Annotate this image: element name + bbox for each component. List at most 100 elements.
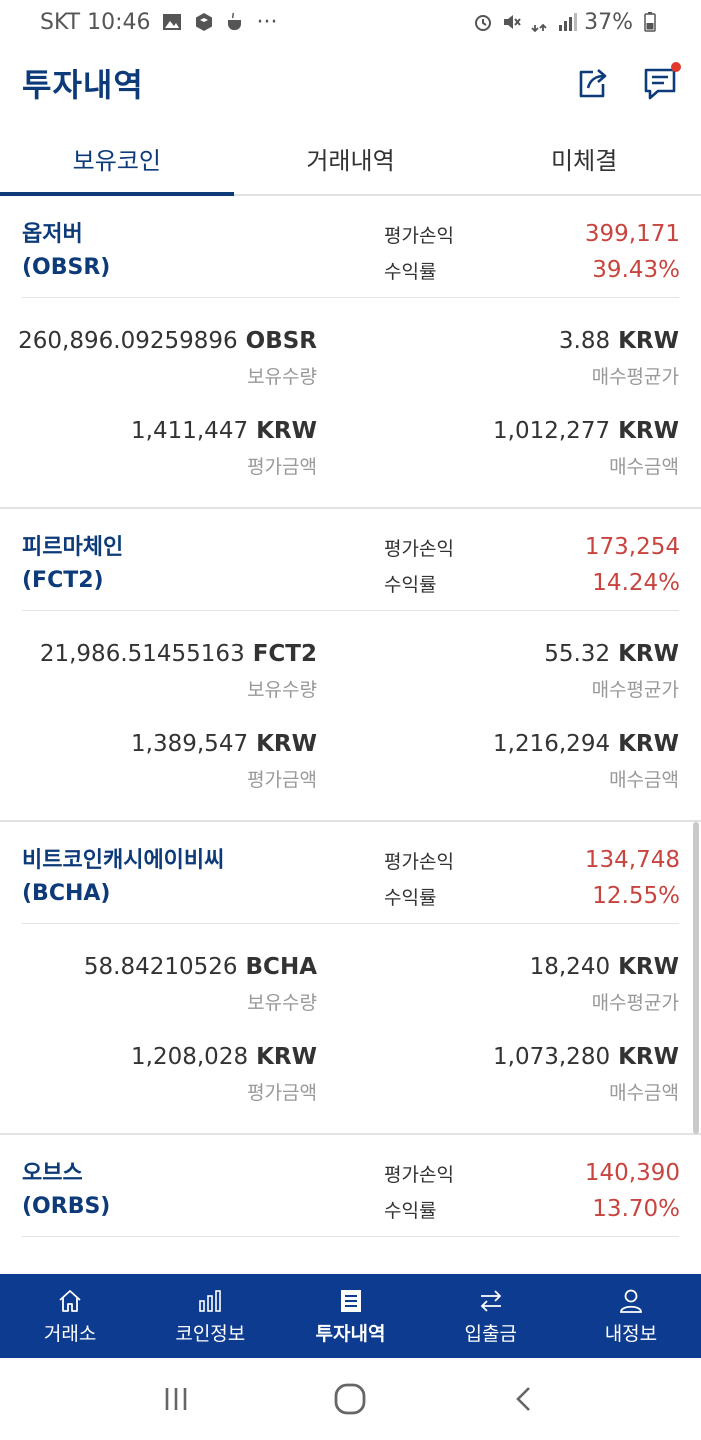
eval-amount-label: 평가금액 bbox=[247, 1082, 317, 1104]
coin-name: 오브스 (ORBS) bbox=[22, 1157, 110, 1223]
coin-card[interactable]: 오브스 (ORBS) 평가손익 140,390 수익률 13.70% bbox=[0, 1135, 701, 1274]
coin-name: 옵저버 (OBSR) bbox=[22, 218, 110, 284]
avg-price-label: 매수평균가 bbox=[591, 992, 679, 1014]
coin-korean-name: 옵저버 bbox=[22, 222, 83, 247]
nav-investment[interactable]: 투자내역 bbox=[280, 1274, 420, 1358]
holding-quantity: 21,986.51455163 bbox=[39, 641, 245, 667]
share-button[interactable] bbox=[573, 64, 611, 102]
coin-card[interactable]: 비트코인캐시에이비씨 (BCHA) 평가손익 134,748 수익률 12.55% … bbox=[0, 822, 701, 1135]
profit-loss-label: 평가손익 bbox=[384, 537, 454, 560]
status-time: SKT 10:46 bbox=[40, 9, 151, 35]
buy-amount: 1,216,294 bbox=[493, 731, 611, 757]
coin-card[interactable]: 피르마체인 (FCT2) 평가손익 173,254 수익률 14.24% 21,98… bbox=[0, 509, 701, 822]
nav-coin-info[interactable]: 코인정보 bbox=[140, 1274, 280, 1358]
currency-unit: KRW bbox=[618, 954, 679, 980]
status-more: ··· bbox=[256, 9, 278, 35]
bottom-nav: 거래소 코인정보 투자내역 입출금 내정보 bbox=[0, 1274, 701, 1358]
mute-icon bbox=[504, 15, 521, 29]
battery-percent: 37% bbox=[584, 9, 633, 35]
avg-buy-price: 18,240 bbox=[529, 954, 611, 980]
coin-symbol: (ORBS) bbox=[22, 1194, 111, 1219]
home-button-icon[interactable] bbox=[333, 1382, 367, 1416]
coin-name: 피르마체인 (FCT2) bbox=[22, 531, 123, 597]
return-rate-label: 수익률 bbox=[384, 886, 437, 909]
eval-amount: 1,411,447 bbox=[131, 418, 249, 444]
return-rate-value: 14.24% bbox=[592, 570, 680, 596]
return-rate-label: 수익률 bbox=[384, 573, 437, 596]
nav-exchange[interactable]: 거래소 bbox=[0, 1274, 140, 1358]
alarm-icon bbox=[475, 15, 492, 31]
lte-icon bbox=[531, 23, 547, 33]
buy-amount: 1,012,277 bbox=[493, 418, 611, 444]
profit-loss-label: 평가손익 bbox=[384, 850, 454, 873]
holding-label: 보유수량 bbox=[247, 679, 317, 701]
avg-price-label: 매수평균가 bbox=[591, 679, 679, 701]
system-nav-bar bbox=[0, 1358, 701, 1440]
page-title: 투자내역 bbox=[22, 66, 144, 104]
buy-amount-label: 매수금액 bbox=[609, 769, 679, 791]
return-rate-label: 수익률 bbox=[384, 1199, 437, 1222]
coin-card[interactable]: 옵저버 (OBSR) 평가손익 399,171 수익률 39.43% 260,896… bbox=[0, 196, 701, 509]
holding-unit: BCHA bbox=[245, 954, 317, 980]
holding-label: 보유수량 bbox=[247, 992, 317, 1014]
buy-amount: 1,073,280 bbox=[493, 1044, 611, 1070]
coin-korean-name: 피르마체인 bbox=[22, 535, 124, 560]
currency-unit: KRW bbox=[618, 641, 679, 667]
share-icon bbox=[579, 69, 607, 98]
tab-holdings[interactable]: 보유코인 bbox=[0, 122, 234, 196]
currency-unit: KRW bbox=[256, 1044, 317, 1070]
recent-apps-icon[interactable] bbox=[161, 1384, 191, 1414]
holding-quantity: 58.84210526 bbox=[83, 954, 238, 980]
return-rate-value: 13.70% bbox=[592, 1196, 680, 1222]
profit-loss-value: 399,171 bbox=[584, 221, 680, 247]
coin-korean-name: 오브스 bbox=[22, 1161, 83, 1186]
home-icon bbox=[59, 1289, 81, 1312]
currency-unit: KRW bbox=[618, 328, 679, 354]
battery-icon bbox=[644, 12, 656, 32]
profit-loss-value: 134,748 bbox=[584, 847, 680, 873]
currency-unit: KRW bbox=[618, 731, 679, 757]
eval-amount: 1,208,028 bbox=[131, 1044, 249, 1070]
status-bar: SKT 10:46 ··· 37% bbox=[0, 0, 701, 44]
bar-chart-icon bbox=[199, 1289, 222, 1312]
return-rate-label: 수익률 bbox=[384, 260, 437, 283]
profit-loss-label: 평가손익 bbox=[384, 224, 454, 247]
profit-loss-value: 173,254 bbox=[584, 534, 680, 560]
nav-my-info[interactable]: 내정보 bbox=[561, 1274, 701, 1358]
holding-quantity: 260,896.09259896 bbox=[18, 328, 238, 354]
coin-name: 비트코인캐시에이비씨 (BCHA) bbox=[22, 844, 224, 910]
buy-amount-label: 매수금액 bbox=[609, 456, 679, 478]
tab-trade-history[interactable]: 거래내역 bbox=[234, 122, 468, 194]
eval-amount-label: 평가금액 bbox=[247, 769, 317, 791]
nav-label: 코인정보 bbox=[175, 1322, 246, 1345]
document-icon bbox=[340, 1289, 361, 1312]
message-button[interactable] bbox=[641, 62, 681, 102]
signal-icon bbox=[559, 13, 578, 31]
nav-label: 투자내역 bbox=[315, 1322, 386, 1345]
coin-symbol: (BCHA) bbox=[22, 881, 111, 906]
back-icon[interactable] bbox=[510, 1384, 540, 1414]
profit-loss-value: 140,390 bbox=[584, 1160, 680, 1186]
currency-unit: KRW bbox=[618, 1044, 679, 1070]
currency-unit: KRW bbox=[256, 731, 317, 757]
tab-bar: 보유코인 거래내역 미체결 bbox=[0, 122, 701, 196]
holdings-list[interactable]: 옵저버 (OBSR) 평가손익 399,171 수익률 39.43% 260,896… bbox=[0, 196, 701, 1274]
profit-loss-label: 평가손익 bbox=[384, 1163, 454, 1186]
nav-label: 거래소 bbox=[43, 1322, 97, 1345]
scrollbar[interactable] bbox=[693, 822, 699, 1134]
avg-buy-price: 3.88 bbox=[558, 328, 611, 354]
eval-amount: 1,389,547 bbox=[131, 731, 249, 757]
buy-amount-label: 매수금액 bbox=[609, 1082, 679, 1104]
tab-pending-orders[interactable]: 미체결 bbox=[467, 122, 701, 194]
currency-unit: KRW bbox=[618, 418, 679, 444]
avg-price-label: 매수평균가 bbox=[591, 366, 679, 388]
eval-amount-label: 평가금액 bbox=[247, 456, 317, 478]
nav-label: 내정보 bbox=[604, 1322, 658, 1345]
holding-unit: FCT2 bbox=[252, 641, 317, 667]
coin-symbol: (OBSR) bbox=[22, 255, 111, 280]
transfer-icon bbox=[480, 1289, 501, 1312]
currency-unit: KRW bbox=[256, 418, 317, 444]
coin-symbol: (FCT2) bbox=[22, 568, 104, 593]
return-rate-value: 39.43% bbox=[592, 257, 680, 283]
nav-deposit-withdraw[interactable]: 입출금 bbox=[421, 1274, 561, 1358]
